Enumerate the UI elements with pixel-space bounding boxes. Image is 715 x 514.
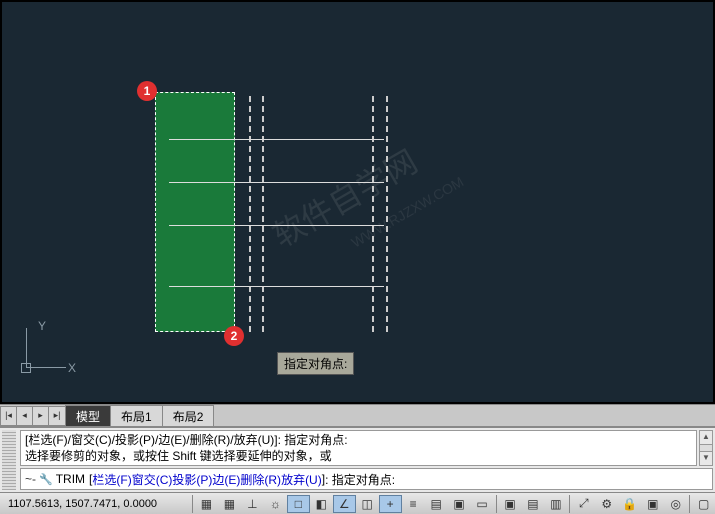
tab-layout2[interactable]: 布局2: [162, 405, 215, 427]
lock-button[interactable]: 🔒: [618, 495, 641, 513]
otrack-button[interactable]: ∠: [333, 495, 356, 513]
annotation-marker-2: 2: [224, 326, 244, 346]
snap-mode-button[interactable]: ▦: [195, 495, 218, 513]
scroll-down-icon[interactable]: ▼: [700, 451, 712, 465]
command-input[interactable]: ~- 🔧 TRIM [ 栏选(F) 窗交(C) 投影(P) 边(E) 删除(R)…: [20, 468, 713, 490]
hline-3: [169, 225, 384, 226]
annoscale-button[interactable]: ⤢: [572, 495, 595, 513]
scroll-up-icon[interactable]: ▲: [700, 431, 712, 445]
opt-erase[interactable]: 删除(R): [240, 471, 281, 488]
wrench-icon: 🔧: [39, 473, 53, 486]
workspace-button[interactable]: ⚙: [595, 495, 618, 513]
hline-4: [169, 286, 384, 287]
vline-3: [372, 96, 374, 332]
lineweight-button[interactable]: ≡: [402, 495, 425, 513]
ortho-button[interactable]: ⊥: [241, 495, 264, 513]
sc-button[interactable]: ▭: [471, 495, 494, 513]
annotation-marker-1: 1: [137, 81, 157, 101]
model-button[interactable]: ▣: [499, 495, 522, 513]
tab-next-button[interactable]: ▸: [33, 407, 49, 425]
qp-button[interactable]: ▣: [448, 495, 471, 513]
opt-project[interactable]: 投影(P): [172, 471, 212, 488]
hline-2: [169, 182, 384, 183]
quickview-layouts-button[interactable]: ▤: [521, 495, 544, 513]
watermark: 软件自学网: [263, 137, 425, 257]
tab-last-button[interactable]: ▸|: [49, 407, 65, 425]
transparency-button[interactable]: ▤: [425, 495, 448, 513]
command-history-line: 选择要修剪的对象，或按住 Shift 键选择要延伸的对象，或: [25, 448, 692, 464]
tab-navigation: |◂ ◂ ▸ ▸|: [0, 406, 66, 426]
vline-2: [262, 96, 264, 332]
cleanscreen-button[interactable]: ▢: [692, 495, 715, 513]
tab-model[interactable]: 模型: [65, 405, 111, 427]
tab-prev-button[interactable]: ◂: [17, 407, 33, 425]
drawing-canvas[interactable]: 软件自学网 WWW.RJZXW.COM 1 2 指定对角点: Y X: [0, 0, 715, 404]
hline-1: [169, 139, 384, 140]
command-area: [栏选(F)/窗交(C)/投影(P)/边(E)/删除(R)/放弃(U)]: 指定…: [0, 426, 715, 492]
vline-4: [386, 96, 388, 332]
tab-first-button[interactable]: |◂: [1, 407, 17, 425]
opt-crossing[interactable]: 窗交(C): [132, 471, 173, 488]
polar-button[interactable]: ☼: [264, 495, 287, 513]
quickview-drawings-button[interactable]: ▥: [544, 495, 567, 513]
ucs-y-label: Y: [38, 319, 46, 333]
ucs-x-label: X: [68, 361, 76, 375]
osnap-button[interactable]: □: [287, 495, 310, 513]
dyn-button[interactable]: +: [379, 495, 402, 513]
ducs-button[interactable]: ◫: [356, 495, 379, 513]
grid-button[interactable]: ▦: [218, 495, 241, 513]
command-history-line: [栏选(F)/窗交(C)/投影(P)/边(E)/删除(R)/放弃(U)]: 指定…: [25, 432, 692, 448]
hardware-accel-button[interactable]: ▣: [641, 495, 664, 513]
tab-layout1[interactable]: 布局1: [110, 405, 163, 427]
cursor-tooltip: 指定对角点:: [277, 352, 354, 375]
selection-window: [155, 92, 235, 332]
opt-fence[interactable]: 栏选(F): [92, 471, 131, 488]
command-prompt-icon: ~- 🔧: [25, 472, 53, 486]
osnap3d-button[interactable]: ◧: [310, 495, 333, 513]
status-bar: 1107.5613, 1507.7471, 0.0000 ▦ ▦ ⊥ ☼ □ ◧…: [0, 492, 715, 514]
command-history[interactable]: [栏选(F)/窗交(C)/投影(P)/边(E)/删除(R)/放弃(U)]: 指定…: [20, 430, 697, 466]
command-suffix: : 指定对角点:: [325, 471, 395, 488]
coordinate-readout[interactable]: 1107.5613, 1507.7471, 0.0000: [0, 498, 190, 510]
command-name: TRIM: [56, 472, 85, 486]
layout-tab-bar: |◂ ◂ ▸ ▸| 模型 布局1 布局2: [0, 404, 715, 426]
isolate-button[interactable]: ◎: [664, 495, 687, 513]
vline-1: [249, 96, 251, 332]
opt-edge[interactable]: 边(E): [212, 471, 240, 488]
watermark-url: WWW.RJZXW.COM: [348, 173, 466, 250]
opt-undo[interactable]: 放弃(U): [281, 471, 322, 488]
command-scrollbar[interactable]: ▲ ▼: [699, 430, 713, 466]
command-drag-handle[interactable]: [2, 430, 16, 490]
